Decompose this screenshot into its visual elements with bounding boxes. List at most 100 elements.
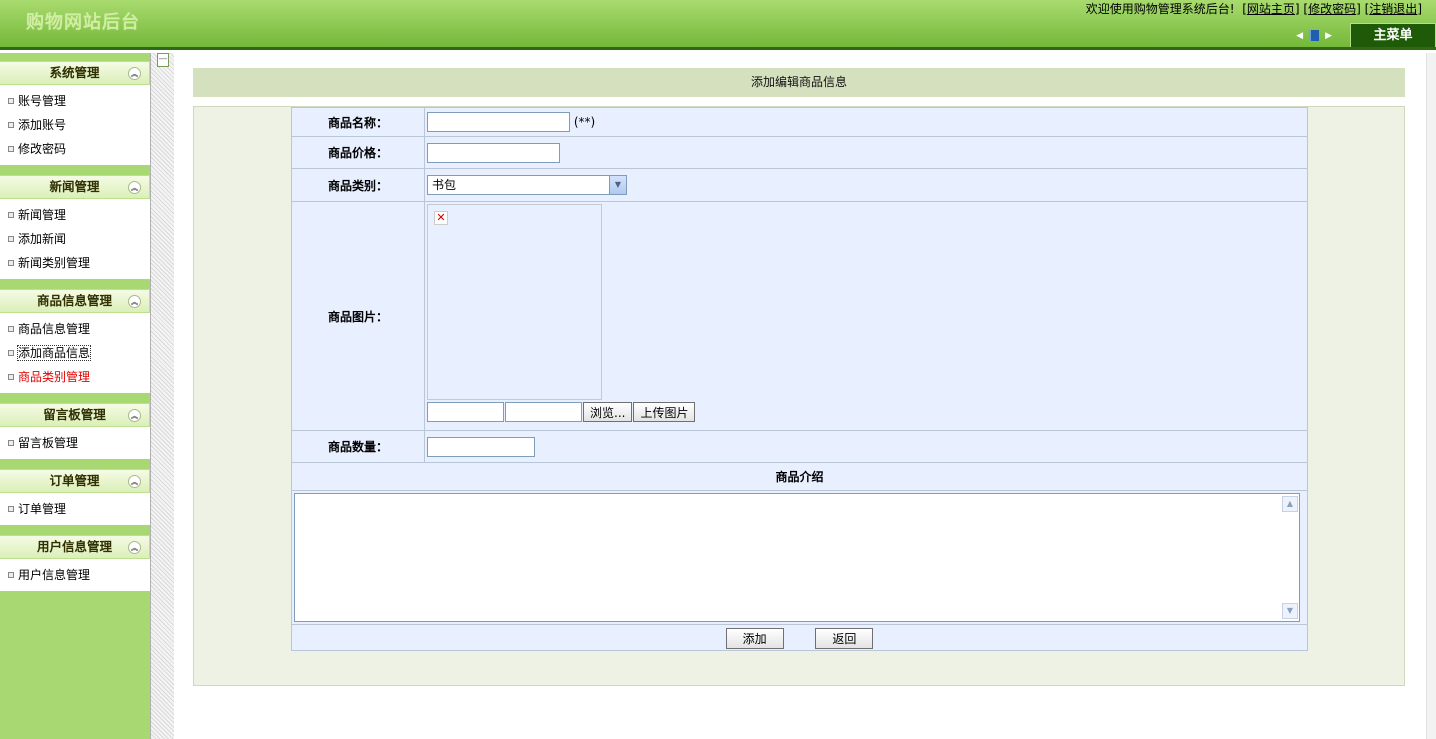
bullet-icon (8, 260, 14, 266)
quantity-label: 商品数量： (291, 430, 425, 463)
arrow-left-icon[interactable]: ◀ (1296, 31, 1303, 41)
logout-link[interactable]: 注销退出 (1369, 2, 1417, 16)
product-price-input[interactable] (427, 142, 560, 163)
app-root: 购物网站后台 欢迎使用购物管理系统后台! [网站主页] [修改密码] [注销退出… (0, 0, 1436, 739)
welcome-bar: 欢迎使用购物管理系统后台! [网站主页] [修改密码] [注销退出] (1085, 2, 1422, 16)
sidebar-item-add-news[interactable]: 添加新闻 (0, 227, 150, 251)
panel-toggle-icon[interactable] (1309, 30, 1320, 41)
scroll-up-icon[interactable]: ▲ (1282, 496, 1298, 512)
sidebar-item-order-manage[interactable]: 订单管理 (0, 497, 150, 521)
menu-group-body: 留言板管理 (0, 427, 150, 459)
sidebar-item-label: 添加账号 (18, 118, 67, 132)
sidebar-item-label: 添加商品信息 (16, 345, 92, 361)
sidebar-item-account-manage[interactable]: 账号管理 (0, 89, 150, 113)
bullet-icon (8, 146, 14, 152)
scroll-down-icon[interactable]: ▼ (1282, 603, 1298, 619)
category-cell: 书包 ▼ (424, 168, 1308, 202)
name-cell: (**) (424, 107, 1308, 137)
sidebar-item-product-category[interactable]: 商品类别管理 (0, 365, 150, 389)
image-label: 商品图片： (291, 201, 425, 431)
page-title: 添加编辑商品信息 (193, 68, 1405, 97)
home-link[interactable]: 网站主页 (1247, 2, 1295, 16)
sidebar-item-label: 订单管理 (18, 502, 67, 516)
menu-group-product[interactable]: 商品信息管理 ︽ (0, 289, 150, 313)
sidebar-item-user-manage[interactable]: 用户信息管理 (0, 563, 150, 587)
product-form: 商品名称： (**) 商品价格： 商品类别： 书包 ▼ 商品图片： ✕ 浏览..… (291, 107, 1308, 651)
sidebar-item-guestbook-manage[interactable]: 留言板管理 (0, 431, 150, 455)
price-label: 商品价格： (291, 136, 425, 169)
main-content: 添加编辑商品信息 商品名称： (**) 商品价格： 商品类别： 书包 ▼ 商品图… (193, 68, 1405, 686)
menu-group-body: 新闻管理 添加新闻 新闻类别管理 (0, 199, 150, 279)
collapse-icon[interactable]: ︽ (128, 67, 141, 80)
collapse-icon[interactable]: ︽ (128, 181, 141, 194)
menu-group-news[interactable]: 新闻管理 ︽ (0, 175, 150, 199)
bullet-icon (8, 212, 14, 218)
menu-group-order[interactable]: 订单管理 ︽ (0, 469, 150, 493)
product-name-input[interactable] (427, 112, 570, 132)
sidebar-item-label: 新闻类别管理 (18, 256, 91, 270)
menu-group-user[interactable]: 用户信息管理 ︽ (0, 535, 150, 559)
add-button[interactable]: 添加 (725, 628, 784, 649)
collapse-icon[interactable]: ︽ (128, 541, 141, 554)
chevron-down-icon[interactable]: ▼ (609, 176, 626, 194)
upload-image-button[interactable]: 上传图片 (633, 402, 696, 422)
product-quantity-input[interactable] (427, 436, 535, 457)
name-label: 商品名称： (291, 107, 425, 137)
sidebar-item-label: 商品类别管理 (18, 370, 91, 384)
sidebar-item-label: 修改密码 (18, 142, 67, 156)
sidebar-item-news-category[interactable]: 新闻类别管理 (0, 251, 150, 275)
bullet-icon (8, 506, 14, 512)
collapse-icon[interactable]: ︽ (128, 409, 141, 422)
category-select[interactable]: 书包 ▼ (427, 175, 627, 195)
image-cell: ✕ 浏览... 上传图片 (424, 201, 1308, 431)
collapse-sidebar-icon[interactable]: — (157, 53, 169, 67)
menu-group-guestbook[interactable]: 留言板管理 ︽ (0, 403, 150, 427)
sidebar-item-label: 留言板管理 (18, 436, 79, 450)
category-label: 商品类别： (291, 168, 425, 202)
sidebar-item-add-account[interactable]: 添加账号 (0, 113, 150, 137)
required-hint: (**) (573, 115, 596, 129)
menu-group-title: 新闻管理 (49, 179, 100, 194)
broken-image-icon: ✕ (434, 211, 448, 225)
browse-button[interactable]: 浏览... (583, 402, 633, 422)
form-container: 商品名称： (**) 商品价格： 商品类别： 书包 ▼ 商品图片： ✕ 浏览..… (193, 106, 1405, 686)
menu-group-title: 商品信息管理 (36, 293, 112, 308)
bullet-icon (8, 440, 14, 446)
bullet-icon (8, 98, 14, 104)
page-scrollbar[interactable] (1426, 53, 1436, 739)
bullet-icon (8, 326, 14, 332)
menu-group-title: 系统管理 (49, 65, 100, 80)
collapse-icon[interactable]: ︽ (128, 475, 141, 488)
intro-header: 商品介绍 (291, 462, 1308, 491)
file-path-input[interactable] (505, 402, 582, 422)
menu-group-body: 用户信息管理 (0, 559, 150, 591)
collapse-icon[interactable]: ︽ (128, 295, 141, 308)
sidebar-item-label: 添加新闻 (18, 232, 67, 246)
sidebar-item-add-product[interactable]: 添加商品信息 (0, 341, 150, 365)
sidebar-item-label: 用户信息管理 (18, 568, 91, 582)
menu-group-title: 订单管理 (49, 473, 100, 488)
menu-group-title: 留言板管理 (43, 407, 106, 422)
image-path-input[interactable] (427, 402, 504, 422)
back-button[interactable]: 返回 (815, 628, 874, 649)
site-logo: 购物网站后台 (26, 12, 140, 33)
change-password-link[interactable]: 修改密码 (1308, 2, 1356, 16)
menu-group-body: 账号管理 添加账号 修改密码 (0, 85, 150, 165)
product-intro-textarea[interactable]: ▲ ▼ (294, 493, 1300, 622)
menu-group-system[interactable]: 系统管理 ︽ (0, 61, 150, 85)
sidebar-item-change-password[interactable]: 修改密码 (0, 137, 150, 161)
sidebar-item-label: 账号管理 (18, 94, 67, 108)
menu-group-body: 订单管理 (0, 493, 150, 525)
sidebar: 系统管理 ︽ 账号管理 添加账号 修改密码 新闻管理 ︽ 新闻管理 添加新闻 新… (0, 53, 150, 739)
main-menu-tab[interactable]: 主菜单 (1350, 23, 1436, 47)
quantity-cell (424, 430, 1308, 463)
product-image-preview: ✕ (427, 204, 602, 400)
sidebar-divider[interactable]: — (150, 53, 174, 739)
arrow-right-icon[interactable]: ▶ (1325, 31, 1332, 41)
bullet-icon (8, 350, 14, 356)
nav-arrows: ◀ ▶ (1296, 30, 1332, 41)
sidebar-item-news-manage[interactable]: 新闻管理 (0, 203, 150, 227)
bullet-icon (8, 374, 14, 380)
sidebar-item-product-manage[interactable]: 商品信息管理 (0, 317, 150, 341)
sidebar-item-label: 商品信息管理 (18, 322, 91, 336)
